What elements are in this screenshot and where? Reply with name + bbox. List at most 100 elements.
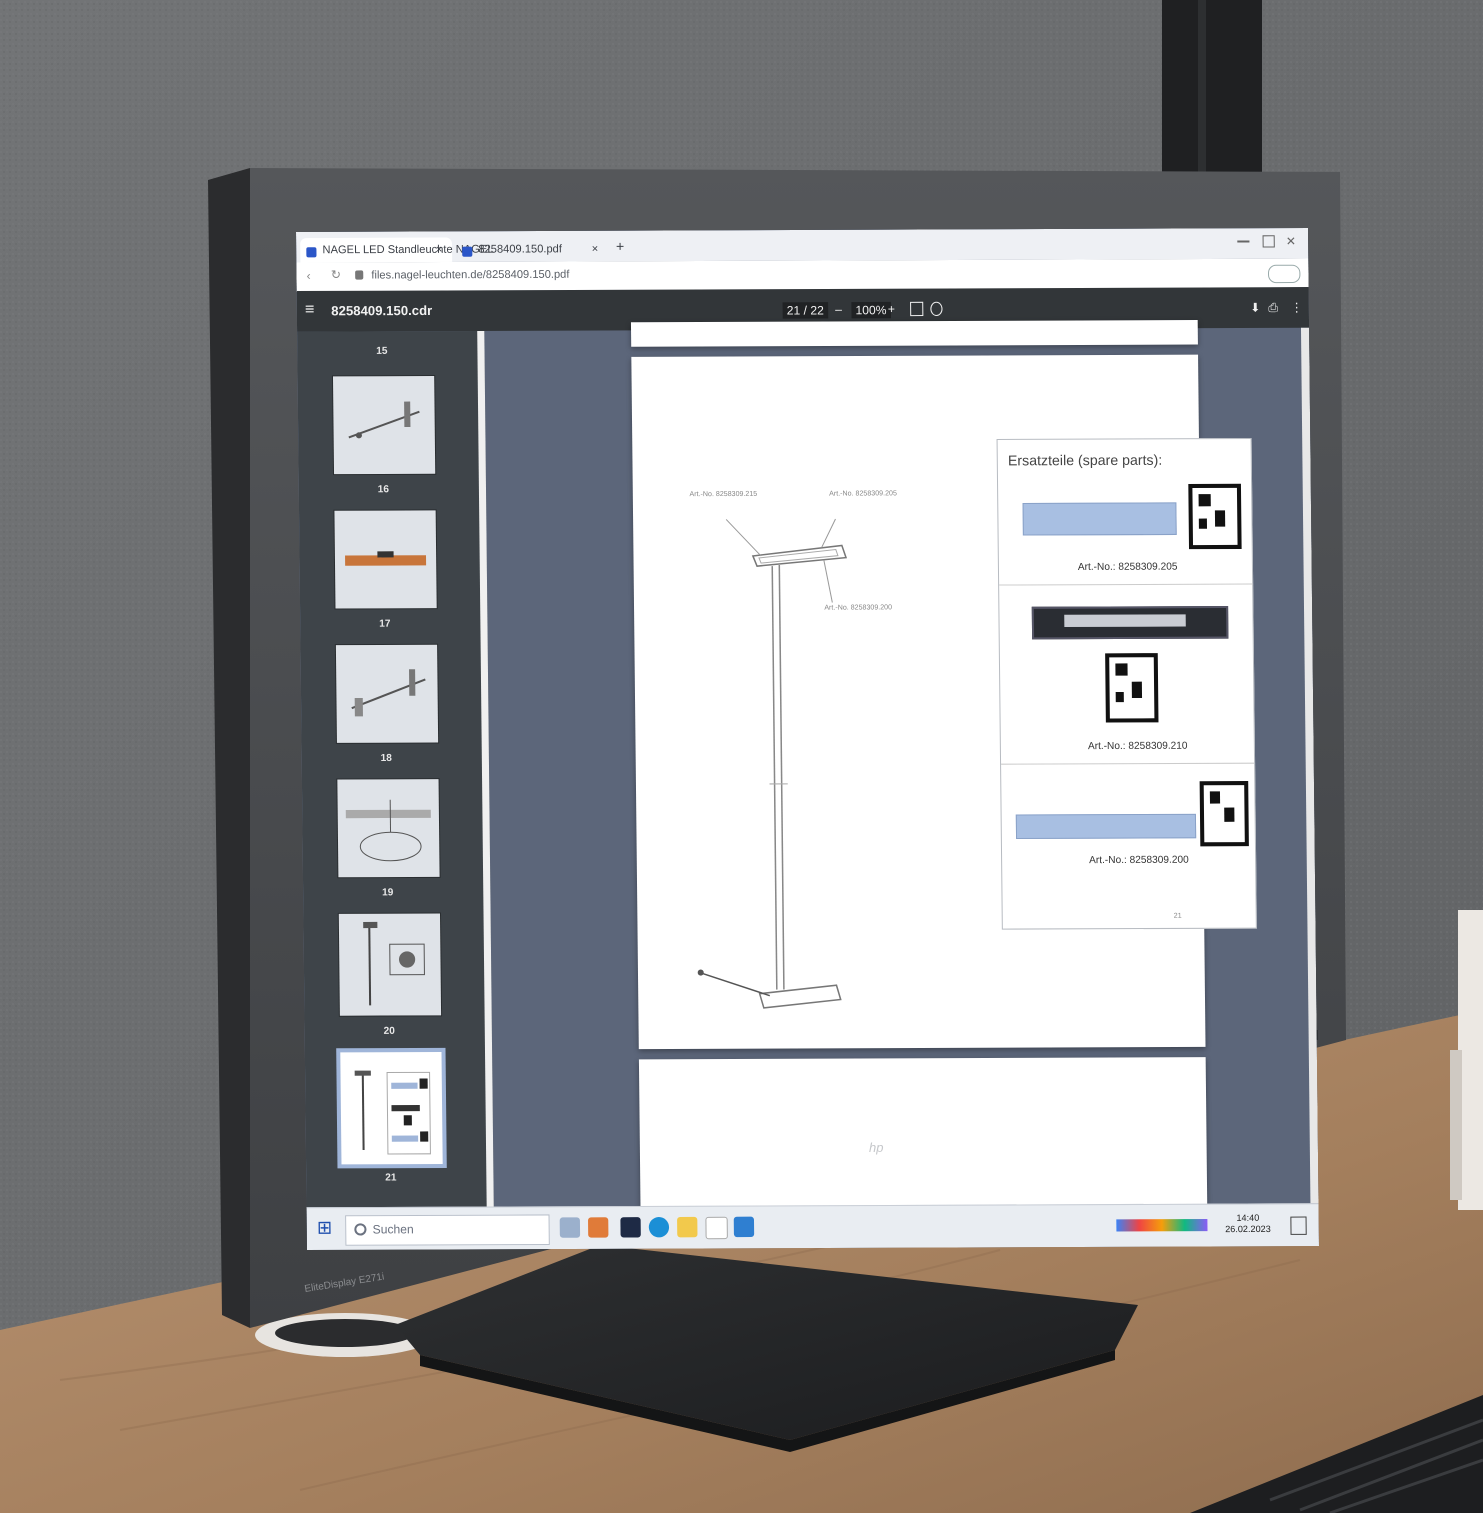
close-tab-icon[interactable]: × <box>436 244 443 256</box>
wall-rail <box>1162 0 1262 200</box>
system-tray-icons[interactable] <box>1116 1219 1207 1232</box>
spare-parts-box: Ersatzteile (spare parts): Art.-No.: 825… <box>997 438 1257 930</box>
edge-browser-icon[interactable] <box>649 1217 669 1237</box>
qr-code-block <box>1116 692 1124 702</box>
driver-unit-part <box>1032 606 1229 639</box>
thumbnail-drawing <box>336 645 438 743</box>
scene-svg: NAGEL LED Standleuchte NAGEL × 8258409.1… <box>0 0 1483 1513</box>
zoom-level[interactable]: 100% <box>851 302 890 318</box>
tab-nagel[interactable]: NAGEL LED Standleuchte NAGEL × <box>300 237 452 262</box>
more-options-icon[interactable]: ⋮ <box>1291 300 1303 314</box>
close-tab-icon[interactable]: × <box>592 243 599 255</box>
app-icon[interactable] <box>588 1217 608 1237</box>
profile-button[interactable] <box>1268 265 1301 283</box>
search-icon <box>354 1223 366 1235</box>
thumbnail-number: 21 <box>385 1172 396 1183</box>
callout-label: Art.-No. 8258309.215 <box>689 491 757 498</box>
wall-rail-highlight <box>1198 0 1206 200</box>
previous-page-bottom <box>631 320 1198 347</box>
favicon-icon <box>306 247 316 257</box>
favicon-icon <box>462 247 472 257</box>
search-placeholder: Suchen <box>372 1222 413 1236</box>
tab-label: 8258409.150.pdf <box>478 243 562 256</box>
document-title: 8258409.150.cdr <box>331 303 432 319</box>
divider <box>1001 763 1254 765</box>
cable-grommet-hole <box>275 1319 415 1347</box>
task-view-icon[interactable] <box>620 1217 640 1237</box>
art-no-label: Art.-No.: 8258309.210 <box>1088 741 1188 753</box>
notification-icon[interactable] <box>1290 1217 1306 1235</box>
thumbnail-number: 20 <box>384 1026 395 1037</box>
driver-label <box>1064 614 1186 627</box>
spare-parts-title: Ersatzteile (spare parts): <box>1008 452 1163 469</box>
thumbnail-page-21[interactable] <box>340 1052 442 1164</box>
art-no-label: Art.-No.: 8258309.205 <box>1078 561 1178 573</box>
fit-page-icon[interactable] <box>910 302 923 316</box>
download-icon[interactable]: ⬇ <box>1250 300 1260 314</box>
zoom-in-button[interactable]: + <box>888 302 895 316</box>
thumbnail-page-20[interactable] <box>339 914 441 1016</box>
thumbnail-drawing <box>334 510 436 608</box>
file-explorer-icon[interactable] <box>677 1217 697 1237</box>
floor-lamp-drawing <box>631 356 983 1050</box>
print-icon[interactable]: ⎙ <box>1268 300 1278 315</box>
thumbnail-drawing <box>337 779 439 877</box>
qr-code-icon <box>1105 653 1158 722</box>
start-button[interactable]: ⊞ <box>317 1217 333 1238</box>
taskbar-search[interactable]: Suchen <box>345 1214 550 1245</box>
minimize-icon[interactable] <box>1237 240 1249 242</box>
tab-bar: NAGEL LED Standleuchte NAGEL × 8258409.1… <box>296 228 1308 263</box>
qr-code-block <box>1199 519 1207 529</box>
qr-code-block <box>1132 682 1142 698</box>
qr-code-block <box>1115 663 1127 675</box>
qr-code-icon <box>1188 484 1241 549</box>
qr-code-icon <box>1200 781 1249 846</box>
maximize-icon[interactable] <box>1263 235 1275 247</box>
led-module-part <box>1023 502 1177 535</box>
thumbnail-page-18[interactable] <box>336 645 438 743</box>
menu-icon[interactable]: ≡ <box>305 301 315 319</box>
taskbar: ⊞ Suchen 14:40 26.02.2023 <box>307 1203 1319 1250</box>
desk-container-shadow <box>1450 1050 1462 1200</box>
thumbnail-drawing <box>339 914 441 1016</box>
thumbnail-number: 15 <box>376 346 387 357</box>
rotate-icon[interactable] <box>930 302 942 316</box>
qr-code-block <box>1215 510 1225 526</box>
callout-label: Art.-No. 8258309.205 <box>829 490 897 497</box>
thumbnail-number: 17 <box>379 618 390 629</box>
url-field[interactable]: files.nagel-leuchten.de/8258409.150.pdf <box>371 269 569 282</box>
reload-icon[interactable]: ↻ <box>331 267 341 281</box>
new-tab-button[interactable]: + <box>616 238 624 254</box>
art-no-label: Art.-No.: 8258309.200 <box>1089 855 1189 867</box>
tab-pdf[interactable]: 8258409.150.pdf × <box>456 237 608 262</box>
window-close-icon[interactable]: ✕ <box>1286 234 1296 248</box>
thumbnail-page-19[interactable] <box>337 779 439 877</box>
browser-window: NAGEL LED Standleuchte NAGEL × 8258409.1… <box>296 228 1319 1250</box>
qr-code-block <box>1199 494 1211 506</box>
thumbnail-page-17[interactable] <box>334 510 436 608</box>
page-number: 21 <box>1174 913 1182 920</box>
back-icon[interactable]: ‹ <box>307 269 311 283</box>
photos-app-icon[interactable] <box>734 1217 754 1237</box>
thumbnail-drawing <box>340 1052 442 1164</box>
page-indicator[interactable]: 21 / 22 <box>783 302 828 318</box>
thumbnail-sidebar: 15 16 17 18 19 <box>297 331 494 1207</box>
divider <box>999 584 1252 586</box>
clock-date: 26.02.2023 <box>1218 1224 1279 1235</box>
callout-label: Art.-No. 8258309.200 <box>824 604 892 611</box>
photo-scene: NAGEL LED Standleuchte NAGEL × 8258409.1… <box>0 0 1483 1513</box>
hp-logo-text: hp <box>869 1140 883 1155</box>
zoom-out-button[interactable]: – <box>835 302 842 316</box>
thumbnail-number: 18 <box>381 753 392 764</box>
clock[interactable]: 14:40 26.02.2023 <box>1217 1213 1278 1236</box>
diffuser-part <box>1016 814 1196 839</box>
next-page-top <box>639 1057 1207 1222</box>
current-page: Art.-No. 8258309.215 Art.-No. 8258309.20… <box>631 355 1205 1049</box>
task-view-icon[interactable] <box>560 1217 580 1237</box>
document-app-icon[interactable] <box>705 1217 728 1239</box>
thumbnail-page-16[interactable] <box>333 376 435 474</box>
qr-code-block <box>1224 808 1234 822</box>
thumbnail-number: 16 <box>378 484 389 495</box>
document-area: Art.-No. 8258309.215 Art.-No. 8258309.20… <box>540 328 1197 1176</box>
thumbnail-number: 19 <box>382 887 393 898</box>
